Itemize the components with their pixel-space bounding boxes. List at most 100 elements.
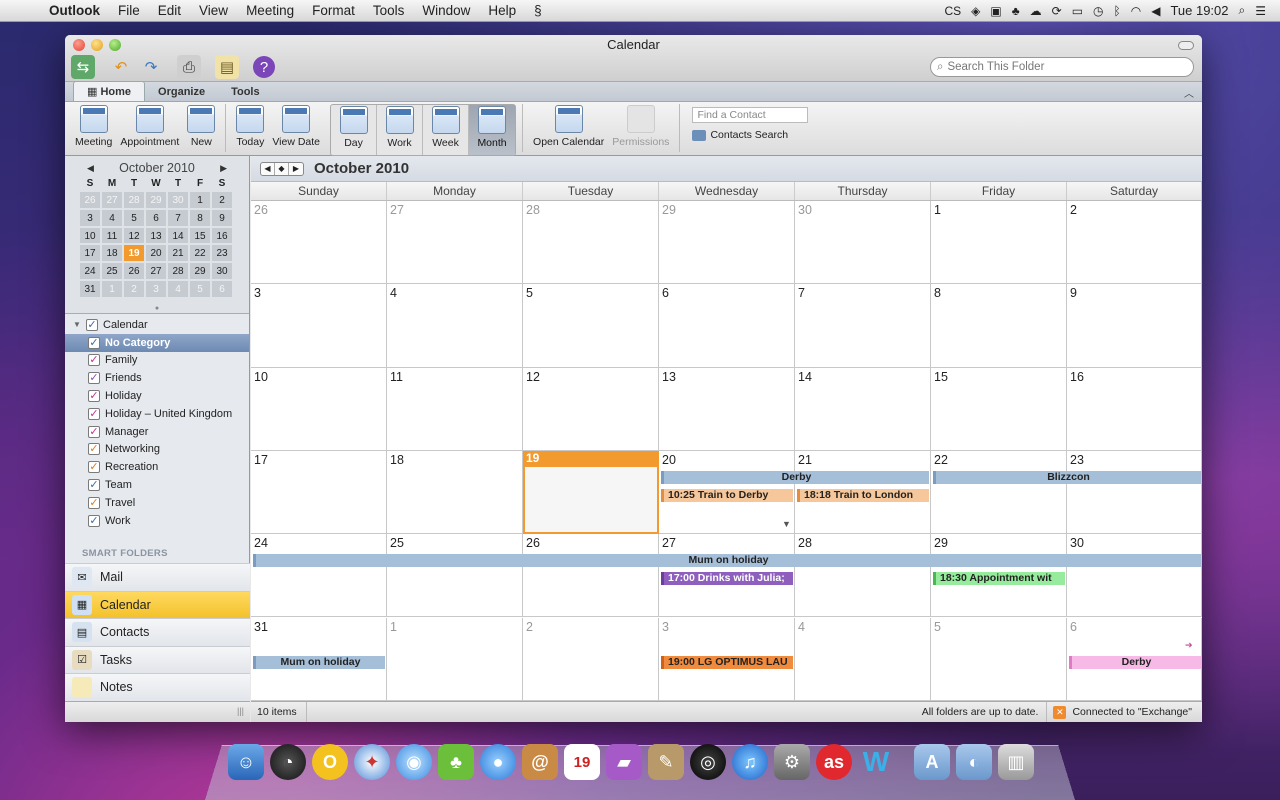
mini-cal-day[interactable]: 11 <box>101 226 123 245</box>
mini-cal-day[interactable]: 1 <box>101 279 123 298</box>
notifications-icon[interactable]: ☰ <box>1255 4 1266 18</box>
menu-edit[interactable]: Edit <box>149 3 190 18</box>
dropbox-icon[interactable]: ◈ <box>971 4 980 18</box>
category-item[interactable]: ✓ Travel <box>65 494 249 512</box>
open-calendar-button[interactable]: Open Calendar <box>529 104 608 154</box>
day-cell[interactable]: 8 <box>931 284 1067 368</box>
day-cell[interactable]: 22 <box>931 450 1067 535</box>
finder-icon[interactable]: ☺ <box>228 744 264 780</box>
nav-item-notes[interactable]: Notes <box>65 673 250 701</box>
day-cell[interactable]: 18 <box>387 450 523 535</box>
category-checkbox[interactable]: ✓ <box>88 514 100 527</box>
calendar-checkbox[interactable]: ✓ <box>86 318 98 331</box>
mini-cal-day[interactable]: 24 <box>79 262 101 280</box>
toolbar-toggle-button[interactable] <box>1178 41 1194 50</box>
day-cell[interactable]: 3 <box>251 284 387 368</box>
calendar-event[interactable]: 18:18 Train to London <box>797 488 929 502</box>
lastfm-icon[interactable]: as <box>816 744 852 780</box>
tab-home[interactable]: ▦ Home <box>73 81 146 101</box>
calendar-event[interactable]: 17:00 Drinks with Julia; <box>661 572 793 586</box>
day-cell[interactable]: 25 <box>387 534 523 618</box>
category-checkbox[interactable]: ✓ <box>88 479 100 492</box>
mini-cal-day[interactable]: 13 <box>145 226 167 245</box>
day-cell[interactable]: 9 <box>1067 284 1202 368</box>
day-cell[interactable]: 5 <box>931 617 1067 701</box>
day-cell[interactable]: 4 <box>795 617 931 701</box>
category-checkbox[interactable]: ✓ <box>88 372 100 385</box>
day-cell[interactable]: 28 <box>795 534 931 618</box>
contacts-search-button[interactable]: Contacts Search <box>692 129 808 141</box>
mini-cal-day[interactable]: 21 <box>167 244 189 263</box>
day-cell[interactable]: 16 <box>1067 367 1202 451</box>
mini-cal-day[interactable]: 5 <box>189 279 211 298</box>
help-icon[interactable]: ? <box>253 56 275 78</box>
mini-cal-day[interactable]: 6 <box>145 208 167 227</box>
notes-toolbar-icon[interactable]: ▤ <box>215 55 239 79</box>
view-date-button[interactable]: View Date <box>268 104 324 154</box>
mini-cal-day[interactable]: 30 <box>211 262 233 280</box>
category-checkbox[interactable]: ✓ <box>88 443 100 456</box>
mini-cal-day[interactable]: 29 <box>145 191 167 209</box>
calendar-event[interactable]: 19:00 LG OPTIMUS LAU <box>661 655 793 669</box>
day-cell[interactable]: 13 <box>659 367 795 451</box>
category-checkbox[interactable]: ✓ <box>88 390 100 403</box>
category-item[interactable]: ✓ Friends <box>65 369 249 387</box>
send-receive-icon[interactable]: ⇆ <box>71 55 95 79</box>
mini-cal-day[interactable]: 26 <box>79 191 101 209</box>
today-dot-icon[interactable]: ◆ <box>275 162 289 175</box>
category-checkbox[interactable]: ✓ <box>88 496 100 509</box>
calendar-event[interactable]: Blizzcon <box>933 470 1201 484</box>
mini-cal-day[interactable]: 23 <box>211 244 233 263</box>
category-item[interactable]: ✓ Networking <box>65 441 249 459</box>
appointment-button[interactable]: Appointment <box>116 104 183 154</box>
mini-cal-day[interactable]: 31 <box>79 279 101 298</box>
trash-icon[interactable]: ▥ <box>998 744 1034 780</box>
evernote-icon[interactable]: ♣ <box>1012 4 1020 18</box>
calendar-event[interactable]: 10:25 Train to Derby <box>661 488 793 502</box>
mini-cal-day[interactable]: 2 <box>123 279 145 298</box>
day-cell[interactable]: 4 <box>387 284 523 368</box>
itunes-icon[interactable]: ♫ <box>732 744 768 780</box>
menu-file[interactable]: File <box>109 3 149 18</box>
day-cell[interactable]: 2 <box>1067 201 1202 285</box>
find-contact-input[interactable]: Find a Contact <box>692 107 809 123</box>
day-cell[interactable]: 30 <box>1067 534 1202 618</box>
mini-cal-day[interactable]: 5 <box>123 208 145 227</box>
menu-app-outlook[interactable]: Outlook <box>40 3 109 18</box>
category-item[interactable]: ✓ Team <box>65 476 249 494</box>
day-cell[interactable]: 28 <box>523 201 659 285</box>
menu-format[interactable]: Format <box>303 3 364 18</box>
mini-cal-day[interactable]: 4 <box>167 279 189 298</box>
day-cell[interactable]: 12 <box>523 367 659 451</box>
sidebar-splitter[interactable]: ● <box>65 305 249 314</box>
clock[interactable]: Tue 19:02 <box>1170 3 1228 18</box>
adium-icon[interactable]: ♣ <box>438 744 474 780</box>
outlook-dock-icon[interactable]: O <box>312 744 348 780</box>
mini-cal-day[interactable]: 22 <box>189 244 211 263</box>
work-week-view-button[interactable]: Work <box>377 105 424 155</box>
day-cell[interactable]: 17 <box>251 450 387 535</box>
mini-cal-day[interactable]: 29 <box>189 262 211 280</box>
volume-icon[interactable]: ◀ <box>1151 4 1160 18</box>
menu-tools[interactable]: Tools <box>364 3 414 18</box>
mini-cal-day[interactable]: 18 <box>101 244 123 263</box>
day-cell[interactable]: 5 <box>523 284 659 368</box>
spotlight-icon[interactable]: ⌕ <box>1239 3 1246 18</box>
category-item[interactable]: ✓ Recreation <box>65 458 249 476</box>
redo-icon[interactable]: ↷ <box>139 55 163 79</box>
category-item[interactable]: ✓ Holiday – United Kingdom <box>65 405 249 423</box>
word-icon[interactable]: W <box>858 744 894 780</box>
day-cell[interactable]: 19 <box>523 450 659 535</box>
day-cell[interactable]: 29 <box>659 201 795 285</box>
mini-cal-day[interactable]: 3 <box>145 279 167 298</box>
search-field[interactable]: ⌕ Search This Folder <box>930 57 1194 77</box>
applications-folder-icon[interactable]: A <box>914 744 950 780</box>
calendar-event[interactable]: Derby <box>661 470 929 484</box>
address-book-icon[interactable]: @ <box>522 744 558 780</box>
category-item[interactable]: ✓ Family <box>65 352 249 370</box>
mini-cal-day[interactable]: 27 <box>145 262 167 280</box>
day-cell[interactable]: 15 <box>931 367 1067 451</box>
script-editor-icon[interactable]: ✎ <box>648 744 684 780</box>
category-item[interactable]: ✓ Holiday <box>65 387 249 405</box>
mini-cal-day[interactable]: 4 <box>101 208 123 227</box>
